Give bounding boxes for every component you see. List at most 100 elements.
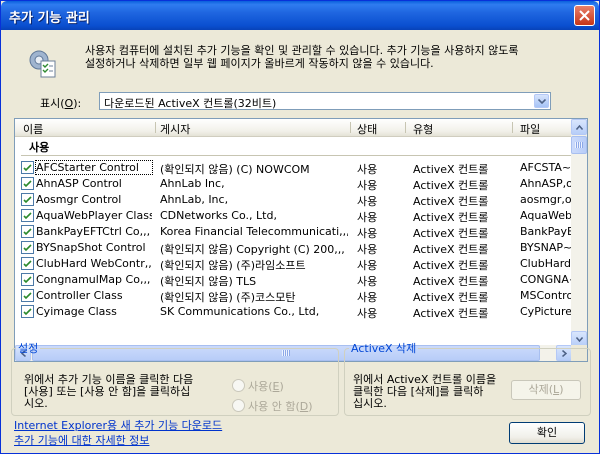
column-divider[interactable] xyxy=(405,122,406,133)
column-divider[interactable] xyxy=(350,122,351,133)
activex-control-icon xyxy=(21,225,34,238)
column-header-type[interactable]: 유형 xyxy=(413,121,433,137)
disable-radio-label: 사용 안 함( xyxy=(248,400,300,413)
column-header-publisher[interactable]: 게시자 xyxy=(160,121,190,137)
table-row[interactable]: AhnASP Control AhnLab Inc, 사용 ActiveX 컨트… xyxy=(15,175,572,192)
column-divider[interactable] xyxy=(512,122,513,133)
column-header-name[interactable]: 이름 xyxy=(23,121,43,137)
gear-checklist-icon xyxy=(29,50,56,78)
chevron-down-icon xyxy=(538,99,546,104)
column-header-status[interactable]: 상태 xyxy=(357,121,377,137)
activex-control-icon xyxy=(21,241,34,254)
add-ons-list[interactable]: 이름 게시자 상태 유형 파일 사용 AFCStarter Control (확… xyxy=(14,118,588,362)
show-dropdown-value: 다운로드된 ActiveX 컨트롤(32비트) xyxy=(104,97,277,110)
close-button[interactable] xyxy=(574,5,595,26)
table-row[interactable]: Controller Class (확인되지 않음) (주)코스모탄 사용 Ac… xyxy=(15,287,572,304)
title-bar[interactable]: 추가 기능 관리 xyxy=(1,1,599,30)
chevron-up-icon xyxy=(576,125,583,130)
delete-line-3: 십시오. xyxy=(353,397,387,410)
row-publisher: Korea Financial Telecommunicati,,, xyxy=(160,225,348,238)
row-file: AquaWebP xyxy=(520,209,572,222)
delete-button-label: 삭제( xyxy=(528,383,554,396)
row-name: AhnASP Control xyxy=(36,177,122,190)
row-name: Controller Class xyxy=(36,289,123,302)
row-file: MSControl xyxy=(520,289,572,302)
row-name: ClubHard WebContr,,, xyxy=(36,257,152,270)
delete-button[interactable]: 삭제(L) xyxy=(511,380,581,400)
row-type: ActiveX 컨트롤 xyxy=(413,307,489,320)
row-file: BYSNAP~ xyxy=(520,241,572,254)
activex-control-icon xyxy=(21,273,34,286)
add-ons-manager-window: 추가 기능 관리 사용자 컴퓨터에 설치된 추가 기능을 확인 및 관리할 수 … xyxy=(0,0,600,454)
enable-radio[interactable]: 사용(E) xyxy=(232,378,284,394)
settings-line-3: 시오. xyxy=(24,397,48,410)
row-publisher: CDNetworks Co., Ltd, xyxy=(160,209,277,222)
table-row[interactable]: ClubHard WebContr,,, (확인되지 않음) (주)라임소프트 … xyxy=(15,255,572,272)
activex-control-icon xyxy=(21,209,34,222)
activex-control-icon xyxy=(21,289,34,302)
table-row[interactable]: BYSnapShot Control (확인되지 않음) Copyright (… xyxy=(15,239,572,256)
enable-paren: ) xyxy=(279,380,284,393)
settings-line-2: [사용] 또는 [사용 안 함]을 클릭하십 xyxy=(24,385,191,398)
ok-button[interactable]: 확인 xyxy=(509,422,585,444)
table-row[interactable]: Aosmgr Control AhnLab, Inc, 사용 ActiveX 컨… xyxy=(15,191,572,208)
show-label: 표시(O): xyxy=(40,95,81,111)
enable-radio-label: 사용( xyxy=(248,380,273,393)
download-add-ons-link[interactable]: Internet Explorer용 새 추가 기능 다운로드 xyxy=(14,417,222,433)
table-row[interactable]: CongnamulMap Co,,, (확인되지 않음) TLS 사용 Acti… xyxy=(15,271,572,288)
activex-control-icon xyxy=(21,161,34,174)
close-icon xyxy=(579,10,590,21)
row-file: CyPictureI xyxy=(520,305,572,318)
row-name: CongnamulMap Co,,, xyxy=(36,273,151,286)
activex-control-icon xyxy=(21,193,34,206)
row-name: BYSnapShot Control xyxy=(36,241,146,254)
enable-hotkey: E xyxy=(272,380,280,393)
disable-radio[interactable]: 사용 안 함(D) xyxy=(232,398,313,414)
row-file: AFCSTA~1 xyxy=(520,161,572,174)
row-file: AhnASP,o xyxy=(520,177,572,190)
delete-paren: ) xyxy=(559,383,564,396)
dialog-body: 사용자 컴퓨터에 설치된 추가 기능을 확인 및 관리할 수 있습니다. 추가 … xyxy=(4,30,596,451)
row-name: Cyimage Class xyxy=(36,305,117,318)
row-name: AFCStarter Control xyxy=(35,160,153,175)
row-name: BankPayEFTCtrl Co,,, xyxy=(36,225,151,238)
disable-hotkey: D xyxy=(299,400,309,413)
scroll-thumb-grip xyxy=(575,142,583,148)
vertical-scrollbar[interactable] xyxy=(571,119,587,347)
window-title: 추가 기능 관리 xyxy=(9,11,90,26)
row-file: BankPayE xyxy=(520,225,572,238)
intro-line-1: 사용자 컴퓨터에 설치된 추가 기능을 확인 및 관리할 수 있습니다. 추가 … xyxy=(85,44,519,57)
activex-control-icon xyxy=(21,257,34,270)
row-name: Aosmgr Control xyxy=(36,193,122,206)
show-dropdown[interactable]: 다운로드된 ActiveX 컨트롤(32비트) xyxy=(99,92,551,110)
activex-delete-legend: ActiveX 삭제 xyxy=(351,342,417,355)
show-label-text: 표시( xyxy=(40,97,65,110)
list-header: 이름 게시자 상태 유형 파일 xyxy=(15,119,572,137)
vertical-scroll-thumb[interactable] xyxy=(571,136,587,154)
row-file: ClubHardC xyxy=(520,257,572,270)
row-file: CONGNA~ xyxy=(520,273,572,286)
table-row[interactable]: AquaWebPlayer Class CDNetworks Co., Ltd,… xyxy=(15,207,572,224)
table-row[interactable]: AFCStarter Control (확인되지 않음) (C) NOWCOM … xyxy=(15,159,572,176)
row-publisher: AhnLab Inc, xyxy=(160,177,225,190)
learn-more-link[interactable]: 추가 기능에 대한 자세한 정보 xyxy=(14,432,149,448)
column-divider[interactable] xyxy=(155,122,156,133)
activex-control-icon xyxy=(21,177,34,190)
radio-circle xyxy=(232,399,245,412)
settings-instructions: 위에서 추가 기능 이름을 클릭한 다음 [사용] 또는 [사용 안 함]을 클… xyxy=(24,374,193,410)
row-publisher: SK Communications Co., Ltd, xyxy=(160,305,320,318)
table-row[interactable]: Cyimage Class SK Communications Co., Ltd… xyxy=(15,303,572,320)
activex-delete-group: ActiveX 삭제 위에서 ActiveX 컨트롤 이름을 클릭한 다음 [삭… xyxy=(344,340,591,416)
dropdown-arrow-button[interactable] xyxy=(534,94,549,108)
settings-legend: 설정 xyxy=(18,342,39,355)
activex-control-icon xyxy=(21,305,34,318)
scroll-up-button[interactable] xyxy=(571,119,587,135)
show-label-end: ): xyxy=(73,97,82,110)
disable-paren: ) xyxy=(308,400,313,413)
row-publisher: AhnLab, Inc, xyxy=(160,193,229,206)
settings-group: 설정 위에서 추가 기능 이름을 클릭한 다음 [사용] 또는 [사용 안 함]… xyxy=(11,340,339,416)
table-row[interactable]: BankPayEFTCtrl Co,,, Korea Financial Tel… xyxy=(15,223,572,240)
radio-circle xyxy=(232,379,245,392)
column-header-file[interactable]: 파일 xyxy=(520,121,540,137)
row-file: aosmgr,oc xyxy=(520,193,572,206)
